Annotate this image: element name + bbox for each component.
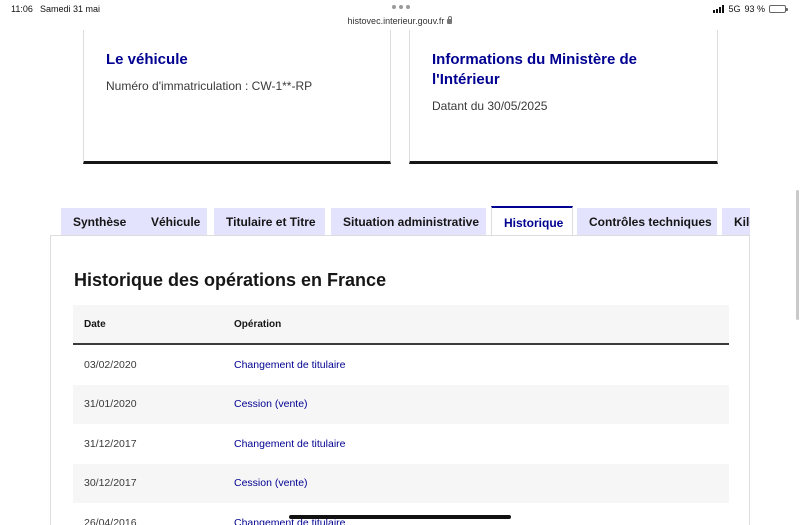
history-table: Date Opération 03/02/2020 Changement de …: [73, 305, 729, 525]
signal-icon: [713, 5, 725, 13]
row-date: 26/04/2016: [84, 516, 137, 525]
multitasking-dots-icon[interactable]: [392, 5, 410, 9]
tab-historique[interactable]: Historique: [491, 206, 573, 236]
vehicle-card: Le véhicule Numéro d'immatriculation : C…: [83, 30, 391, 164]
tab-label: Titulaire et Titre: [226, 215, 316, 229]
tab-label: Contrôles techniques: [589, 215, 712, 229]
tab-kilometrage[interactable]: Kilo: [722, 208, 750, 236]
column-header-operation: Opération: [234, 318, 282, 330]
lock-icon: [447, 16, 453, 24]
vehicle-card-title: Le véhicule: [106, 51, 188, 68]
page-scrollbar[interactable]: [796, 190, 799, 320]
tab-label: Véhicule: [151, 215, 201, 229]
ministry-card: Informations du Ministère de l'Intérieur…: [409, 30, 718, 164]
operation-link[interactable]: Changement de titulaire: [234, 438, 346, 450]
table-row: 26/04/2016 Changement de titulaire: [73, 503, 729, 525]
url-text[interactable]: histovec.interieur.gouv.fr: [348, 16, 445, 26]
row-date: 31/01/2020: [84, 398, 137, 411]
battery-icon: [769, 5, 788, 13]
status-indicators: 5G 93 %: [713, 4, 788, 14]
table-row: 31/12/2017 Changement de titulaire: [73, 424, 729, 464]
data-date: Datant du 30/05/2025: [432, 99, 548, 113]
table-body: 03/02/2020 Changement de titulaire 31/01…: [73, 345, 729, 525]
history-panel: Historique des opérations en France Date…: [50, 235, 750, 525]
tab-label: Situation administrative: [343, 215, 480, 229]
row-date: 30/12/2017: [84, 477, 137, 490]
row-date: 31/12/2017: [84, 437, 137, 450]
registration-number: Numéro d'immatriculation : CW-1**-RP: [106, 79, 313, 93]
tab-situation-administrative[interactable]: Situation administrative: [331, 208, 486, 236]
battery-percent: 93 %: [744, 4, 765, 14]
table-row: 31/01/2020 Cession (vente): [73, 384, 729, 424]
tab-label: Synthèse: [73, 215, 127, 229]
tab-vehicule[interactable]: Véhicule: [139, 208, 207, 236]
operation-link[interactable]: Cession (vente): [234, 477, 308, 489]
ministry-card-title: Informations du Ministère de l'Intérieur: [432, 51, 638, 88]
tab-label: Historique: [504, 215, 564, 230]
tab-titulaire[interactable]: Titulaire et Titre: [214, 208, 325, 236]
row-date: 03/02/2020: [84, 358, 137, 371]
network-label: 5G: [728, 4, 741, 14]
tab-controles-techniques[interactable]: Contrôles techniques: [577, 208, 717, 236]
address-bar[interactable]: histovec.interieur.gouv.fr: [0, 16, 800, 26]
operation-link[interactable]: Changement de titulaire: [234, 359, 346, 371]
column-header-date: Date: [84, 318, 106, 330]
table-row: 03/02/2020 Changement de titulaire: [73, 345, 729, 385]
status-date: Samedi 31 mai: [40, 4, 101, 14]
status-time: 11:06: [11, 4, 33, 14]
tab-synthese[interactable]: Synthèse: [61, 208, 144, 236]
tab-list: Synthèse Véhicule Titulaire et Titre Sit…: [50, 206, 750, 236]
tab-label: Kilo: [734, 215, 750, 229]
table-header: Date Opération: [73, 305, 729, 345]
operation-link[interactable]: Cession (vente): [234, 398, 308, 410]
history-title: Historique des opérations en France: [74, 270, 387, 290]
home-indicator[interactable]: [289, 515, 511, 519]
table-row: 30/12/2017 Cession (vente): [73, 463, 729, 503]
